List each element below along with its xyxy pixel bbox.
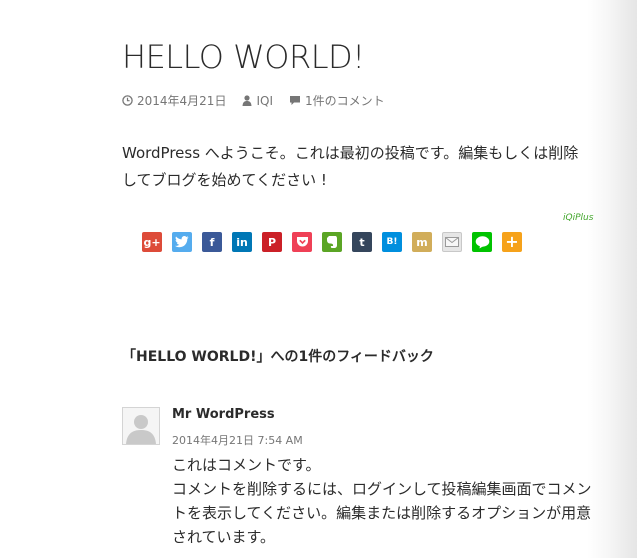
comment-avatar xyxy=(122,407,160,445)
share-buttons: g+ f in P t B! m + xyxy=(142,232,532,252)
more-share-button[interactable]: + xyxy=(502,232,522,252)
envelope-icon xyxy=(445,237,459,247)
comment-text-line: これはコメントです。 xyxy=(172,456,321,474)
post-title[interactable]: HELLO WORLD! xyxy=(122,41,365,73)
tumblr-share-button[interactable]: t xyxy=(352,232,372,252)
pocket-icon xyxy=(296,237,308,247)
plus-icon: + xyxy=(505,232,519,251)
comment-text-line: コメントを削除するには、ログインして投稿編集画面でコメントを表示してください。編… xyxy=(172,480,592,546)
google-plus-icon: g+ xyxy=(143,235,161,249)
share-credit[interactable]: iQiPlus xyxy=(563,213,593,223)
evernote-icon xyxy=(327,236,337,248)
linkedin-share-button[interactable]: in xyxy=(232,232,252,252)
evernote-share-button[interactable] xyxy=(322,232,342,252)
comment-date[interactable]: 2014年4月21日 7:54 AM xyxy=(172,432,303,448)
post-date-link[interactable]: 2014年4月21日 xyxy=(122,92,226,109)
comment-icon xyxy=(289,96,300,105)
pocket-share-button[interactable] xyxy=(292,232,312,252)
facebook-share-button[interactable]: f xyxy=(202,232,222,252)
line-icon xyxy=(475,235,489,248)
tumblr-icon: t xyxy=(359,235,365,249)
post-author-link[interactable]: IQI xyxy=(242,94,273,108)
comment-body: これはコメントです。 コメントを削除するには、ログインして投稿編集画面でコメント… xyxy=(172,453,597,549)
clock-icon xyxy=(122,95,133,106)
post-comments-count: 1件のコメント xyxy=(304,94,385,108)
pinterest-share-button[interactable]: P xyxy=(262,232,282,252)
email-share-button[interactable] xyxy=(442,232,462,252)
post-meta: 2014年4月21日 IQI 1件のコメント xyxy=(122,92,401,109)
mixi-share-button[interactable]: m xyxy=(412,232,432,252)
linkedin-icon: in xyxy=(236,235,248,249)
post-date: 2014年4月21日 xyxy=(137,94,227,108)
user-icon xyxy=(242,95,252,106)
google-plus-share-button[interactable]: g+ xyxy=(142,232,162,252)
facebook-icon: f xyxy=(209,235,215,249)
comments-title: 「HELLO WORLD!」への1件のフィードバック xyxy=(122,349,434,365)
hatena-bookmark-share-button[interactable]: B! xyxy=(382,232,402,252)
post-author: IQI xyxy=(256,93,273,108)
twitter-icon xyxy=(175,236,189,248)
default-avatar-icon xyxy=(123,408,159,444)
mixi-icon: m xyxy=(416,235,428,249)
post-comments-link[interactable]: 1件のコメント xyxy=(289,92,385,109)
line-share-button[interactable] xyxy=(472,232,492,252)
post-content: WordPress へようこそ。これは最初の投稿です。編集もしくは削除してブログ… xyxy=(122,144,579,189)
twitter-share-button[interactable] xyxy=(172,232,192,252)
hatena-bookmark-icon: B! xyxy=(386,236,398,247)
comment-author[interactable]: Mr WordPress xyxy=(172,407,275,422)
pinterest-icon: P xyxy=(267,235,277,249)
